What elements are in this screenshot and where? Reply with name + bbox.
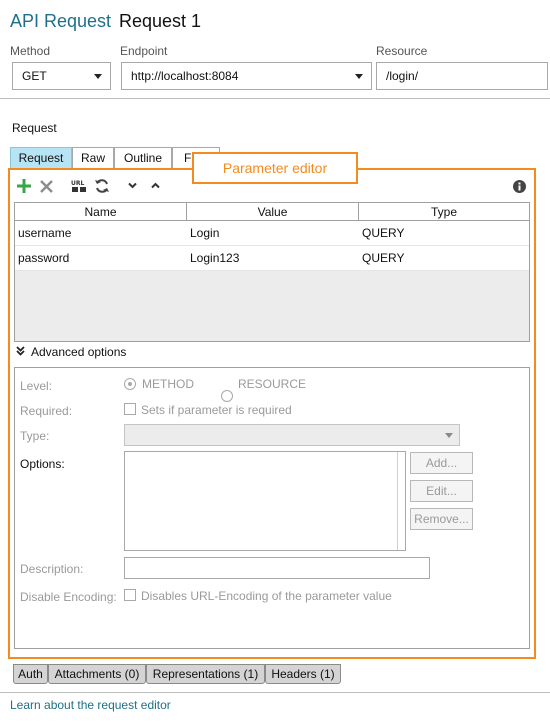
method-value: GET [22, 69, 47, 83]
page-title-prefix: API Request [10, 11, 112, 31]
cell-name[interactable]: password [15, 246, 187, 270]
table-row[interactable]: password Login123 QUERY [15, 246, 529, 271]
edit-option-button[interactable]: Edit... [410, 480, 473, 502]
parameter-table: Name Value Type username Login QUERY pas… [14, 202, 530, 342]
tab-auth[interactable]: Auth [13, 664, 48, 684]
endpoint-label: Endpoint [120, 44, 168, 58]
learn-more-link[interactable]: Learn about the request editor [10, 698, 171, 712]
expand-icon[interactable] [16, 346, 25, 356]
resource-label: Resource [376, 44, 428, 58]
options-label: Options: [20, 457, 65, 471]
url-encode-icon[interactable]: URL [71, 178, 87, 194]
chevron-down-icon [355, 74, 363, 79]
cell-value[interactable]: Login [187, 221, 359, 245]
cell-name[interactable]: username [15, 221, 187, 245]
type-label: Type: [20, 429, 50, 443]
description-input[interactable] [124, 557, 430, 579]
info-icon[interactable] [513, 180, 526, 193]
header-divider [0, 98, 550, 99]
column-header-value[interactable]: Value [187, 203, 359, 220]
tab-representations[interactable]: Representations (1) [146, 664, 265, 684]
endpoint-select[interactable]: http://localhost:8084 [121, 62, 372, 90]
column-header-name[interactable]: Name [15, 203, 187, 220]
type-select[interactable] [124, 424, 460, 446]
cell-value[interactable]: Login123 [187, 246, 359, 270]
options-list[interactable] [124, 451, 406, 551]
chevron-down-icon [445, 433, 453, 438]
parameter-editor-callout: Parameter editor [192, 152, 358, 184]
tab-request[interactable]: Request [10, 147, 72, 168]
disable-encoding-label: Disable Encoding: [20, 590, 117, 604]
cell-type[interactable]: QUERY [359, 246, 529, 270]
endpoint-value: http://localhost:8084 [131, 69, 239, 83]
delete-icon[interactable] [40, 180, 53, 193]
remove-option-button[interactable]: Remove... [410, 508, 473, 530]
resource-input[interactable]: /login/ [376, 62, 548, 90]
cell-type[interactable]: QUERY [359, 221, 529, 245]
tab-outline[interactable]: Outline [114, 147, 172, 168]
required-checkbox[interactable] [124, 403, 136, 415]
chevron-down-icon [94, 74, 102, 79]
level-label: Level: [20, 379, 53, 393]
level-resource-radio[interactable] [221, 390, 233, 402]
description-label: Description: [20, 562, 84, 576]
disable-encoding-description: Disables URL-Encoding of the parameter v… [141, 589, 392, 603]
refresh-icon[interactable] [94, 178, 110, 194]
column-header-type[interactable]: Type [359, 203, 529, 220]
required-label: Required: [20, 404, 73, 418]
level-resource-label: RESOURCE [238, 377, 307, 391]
level-method-radio[interactable] [124, 378, 136, 390]
table-row[interactable]: username Login QUERY [15, 221, 529, 246]
tab-raw[interactable]: Raw [72, 147, 114, 168]
add-option-button[interactable]: Add... [410, 452, 473, 474]
page-title: Request 1 [119, 11, 202, 31]
method-label: Method [10, 44, 51, 58]
level-method-label: METHOD [142, 377, 194, 391]
tab-attachments[interactable]: Attachments (0) [48, 664, 146, 684]
required-description: Sets if parameter is required [141, 403, 292, 417]
move-up-icon[interactable] [151, 182, 160, 189]
advanced-options-toggle[interactable]: Advanced options [31, 345, 126, 359]
svg-text:URL: URL [71, 180, 84, 187]
method-select[interactable]: GET [12, 62, 111, 90]
tab-headers[interactable]: Headers (1) [265, 664, 341, 684]
options-scrollbar[interactable] [397, 452, 405, 550]
disable-encoding-checkbox[interactable] [124, 589, 136, 601]
move-down-icon[interactable] [128, 182, 137, 189]
request-section-label: Request [12, 121, 57, 135]
footer-divider [0, 692, 550, 693]
add-icon[interactable] [17, 179, 31, 193]
resource-value: /login/ [386, 69, 419, 83]
table-header: Name Value Type [15, 203, 529, 221]
